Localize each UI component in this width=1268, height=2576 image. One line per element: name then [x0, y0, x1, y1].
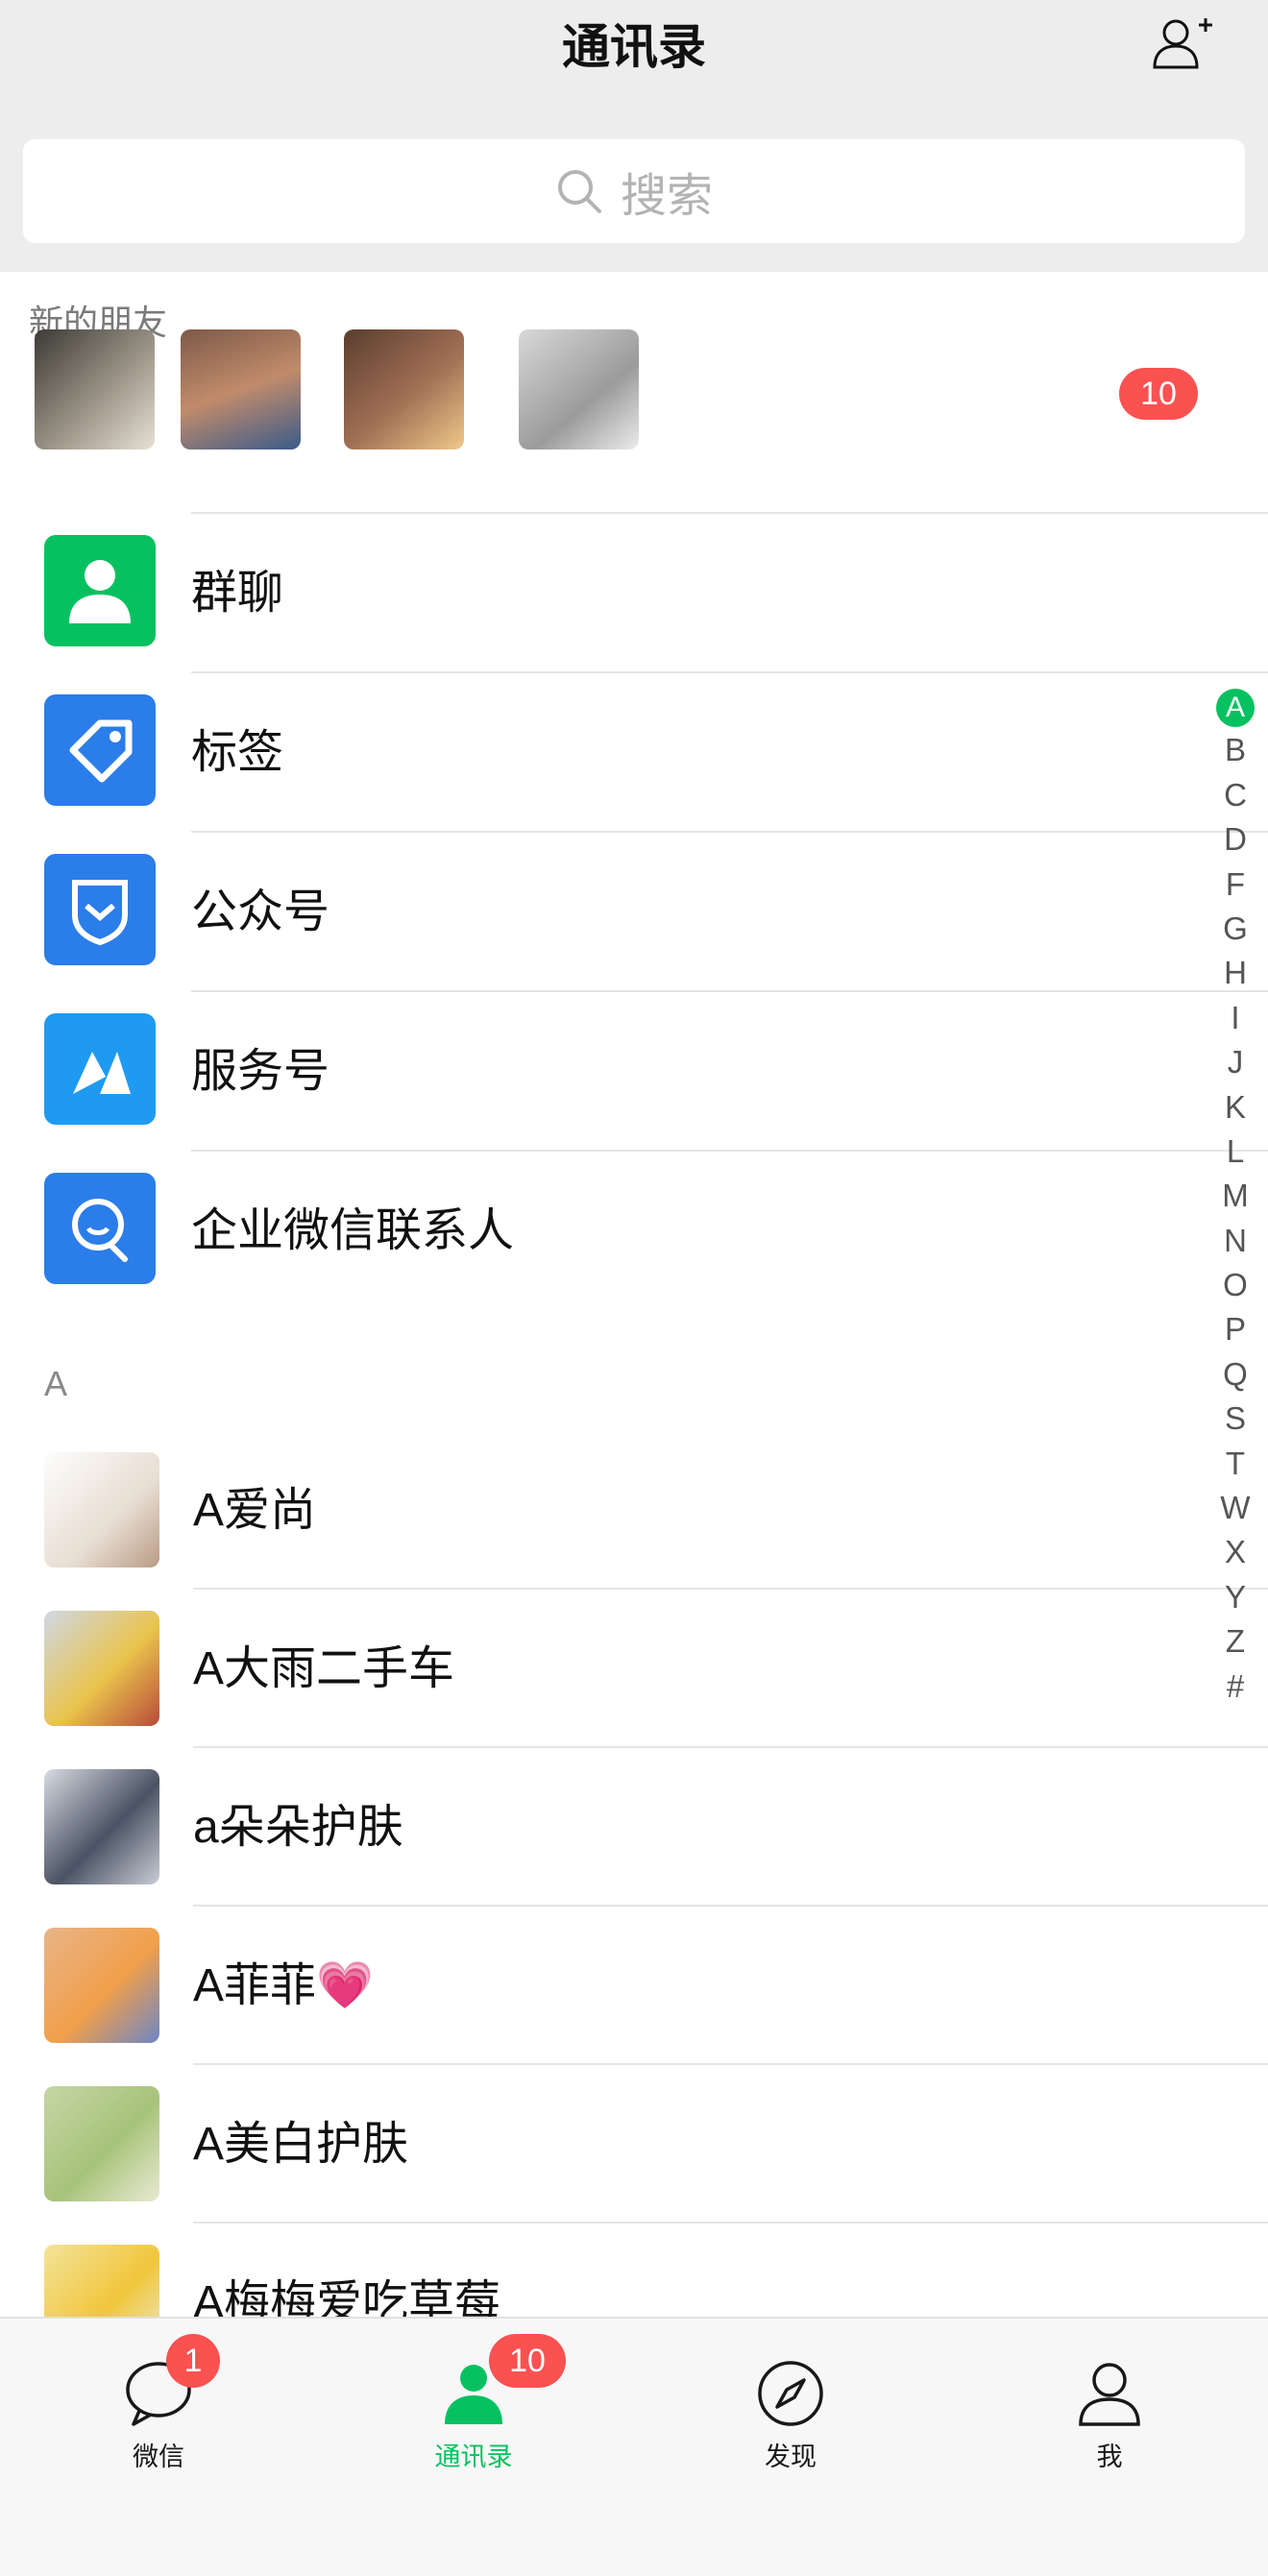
contact-name: a朵朵护肤 — [193, 1802, 403, 1853]
index-letter[interactable]: Z — [1207, 1619, 1264, 1664]
index-letter[interactable]: I — [1207, 996, 1264, 1040]
menu-item-work-contacts[interactable]: 企业微信联系人 — [0, 1152, 1268, 1311]
index-letter[interactable]: J — [1207, 1040, 1264, 1084]
menu-item-label: 企业微信联系人 — [191, 1205, 515, 1256]
tab-label: 发现 — [765, 2442, 817, 2471]
contact-name: A菲菲💗 — [193, 1960, 374, 2011]
unread-badge: 10 — [489, 2334, 566, 2388]
contact-row[interactable]: a朵朵护肤 — [0, 1748, 1268, 1907]
index-letter[interactable]: S — [1207, 1397, 1264, 1441]
group-chat-icon — [44, 535, 156, 646]
top-bar: 通讯录 搜索 — [0, 0, 1268, 272]
tag-icon — [44, 694, 156, 806]
index-letter[interactable]: F — [1207, 863, 1264, 907]
search-placeholder: 搜索 — [620, 171, 713, 222]
index-letter[interactable]: X — [1207, 1530, 1264, 1574]
bottom-tab-bar: 微信 1 通讯录 10 发现 我 — [0, 2317, 1268, 2576]
section-letter: A — [44, 1364, 68, 1403]
avatar — [44, 1452, 159, 1567]
tab-label: 微信 — [133, 2442, 184, 2471]
avatar — [344, 329, 464, 450]
index-letter[interactable]: W — [1207, 1486, 1264, 1530]
contact-row[interactable]: A菲菲💗 — [0, 1907, 1268, 2065]
menu-item-official-accounts[interactable]: 公众号 — [0, 833, 1268, 992]
index-letter[interactable]: C — [1207, 773, 1264, 817]
index-letter[interactable]: O — [1207, 1263, 1264, 1307]
menu-item-label: 公众号 — [191, 887, 330, 937]
menu-item-label: 标签 — [191, 727, 284, 778]
avatar — [44, 1928, 159, 2043]
index-letter[interactable]: Y — [1207, 1575, 1264, 1619]
tab-me[interactable]: 我 — [1013, 2349, 1206, 2493]
contact-name: A大雨二手车 — [193, 1643, 455, 1694]
index-letter[interactable]: Q — [1207, 1352, 1264, 1397]
menu-item-group-chat[interactable]: 群聊 — [0, 514, 1268, 673]
avatar — [181, 329, 301, 450]
contact-name: A美白护肤 — [193, 2119, 409, 2170]
index-letter[interactable]: H — [1207, 951, 1264, 995]
avatar — [35, 329, 155, 450]
index-letter[interactable]: G — [1207, 907, 1264, 951]
work-contacts-icon — [44, 1173, 156, 1284]
index-letter[interactable]: N — [1207, 1219, 1264, 1263]
index-letter[interactable]: K — [1207, 1085, 1264, 1130]
menu-item-service-accounts[interactable]: 服务号 — [0, 992, 1268, 1152]
index-letter[interactable]: A — [1207, 684, 1264, 728]
avatar — [44, 1769, 159, 1884]
discover-icon — [758, 2361, 823, 2426]
official-account-icon — [44, 854, 156, 965]
index-letter[interactable]: T — [1207, 1442, 1264, 1486]
page-title: 通讯录 — [562, 20, 706, 74]
menu-item-tags[interactable]: 标签 — [0, 673, 1268, 833]
index-letter[interactable]: # — [1207, 1665, 1264, 1709]
avatar — [44, 2086, 159, 2201]
contact-name: A爱尚 — [193, 1485, 317, 1536]
unread-badge: 1 — [166, 2334, 220, 2388]
me-icon — [1079, 2363, 1140, 2426]
avatar — [44, 1611, 159, 1726]
service-account-icon — [44, 1013, 156, 1125]
index-letter[interactable]: B — [1207, 728, 1264, 772]
contact-row[interactable]: A大雨二手车 — [0, 1590, 1268, 1748]
contact-row[interactable]: A爱尚 — [0, 1431, 1268, 1590]
new-friends-row[interactable]: 新的朋友 10 — [0, 272, 1268, 514]
add-friend-icon[interactable] — [1149, 12, 1214, 77]
tab-label: 通讯录 — [434, 2442, 513, 2471]
tab-discover[interactable]: 发现 — [695, 2349, 887, 2493]
contact-row[interactable]: A美白护肤 — [0, 2065, 1268, 2224]
tab-contacts[interactable]: 通讯录 10 — [378, 2334, 570, 2493]
index-letter[interactable]: D — [1207, 817, 1264, 862]
avatar — [519, 329, 639, 450]
tab-label: 我 — [1096, 2442, 1123, 2471]
search-bar[interactable]: 搜索 — [23, 139, 1245, 243]
search-icon — [557, 170, 601, 213]
menu-item-label: 服务号 — [191, 1046, 330, 1097]
new-friends-badge: 10 — [1119, 368, 1198, 420]
menu-item-label: 群聊 — [191, 568, 284, 619]
index-letter[interactable]: L — [1207, 1130, 1264, 1174]
tab-chats[interactable]: 微信 1 — [62, 2334, 255, 2493]
index-letter[interactable]: M — [1207, 1174, 1264, 1218]
index-letter[interactable]: P — [1207, 1307, 1264, 1351]
alphabet-index[interactable]: A B C D F G H I J K L M N O P Q S T W X … — [1207, 684, 1264, 1709]
